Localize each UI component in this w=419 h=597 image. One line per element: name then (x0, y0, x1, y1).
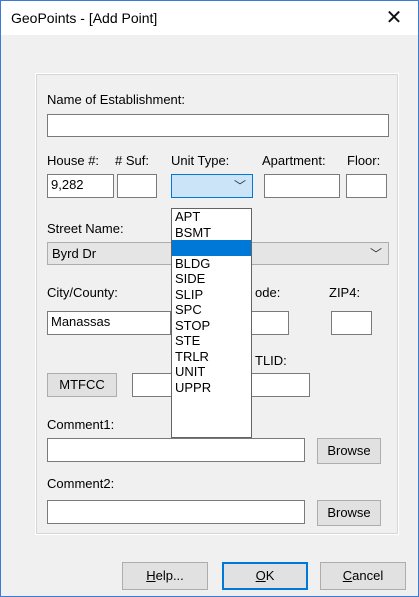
zip4-input[interactable] (331, 311, 372, 335)
city-input[interactable]: Manassas (47, 311, 171, 335)
mtfcc-button[interactable]: MTFCC (47, 373, 117, 397)
dropdown-option[interactable]: BSMT (172, 225, 251, 241)
comment1-input[interactable] (47, 438, 305, 462)
dropdown-option[interactable]: STOP (172, 318, 251, 334)
help-label-rest: elp... (155, 568, 184, 583)
add-point-dialog: GeoPoints - [Add Point] ✕ Name of Establ… (0, 0, 419, 597)
city-label: City/County: (47, 285, 118, 300)
name-input[interactable] (47, 114, 389, 137)
window-title: GeoPoints - [Add Point] (11, 10, 158, 26)
cancel-mnemonic: C (342, 568, 353, 583)
dropdown-option[interactable]: SPC (172, 302, 251, 318)
chevron-down-icon: ﹀ (233, 179, 246, 193)
ok-label-rest: K (265, 568, 275, 583)
tlid-label: TLID: (255, 353, 287, 368)
dropdown-option[interactable]: UNIT (172, 364, 251, 380)
help-button[interactable]: Help... (122, 562, 208, 590)
dropdown-option[interactable]: APT (172, 209, 251, 225)
house-label: House #: (47, 153, 100, 168)
unit-type-dropdown-list[interactable]: APT BSMT BLDG SIDE SLIP SPC STOP STE TRL… (171, 208, 252, 438)
title-bar[interactable]: GeoPoints - [Add Point] ✕ (1, 1, 418, 35)
unit-type-label: Unit Type: (171, 153, 230, 168)
dropdown-option[interactable]: SIDE (172, 271, 251, 287)
comment2-input[interactable] (47, 500, 305, 524)
browse-button-1[interactable]: Browse (317, 438, 381, 464)
dropdown-option[interactable]: TRLR (172, 349, 251, 365)
floor-label: Floor: (347, 153, 381, 168)
mtfcc-input[interactable] (132, 373, 172, 397)
zip-label: ode: (255, 285, 281, 300)
floor-input[interactable] (346, 174, 387, 198)
dropdown-option[interactable]: STE (172, 333, 251, 349)
suffix-input[interactable] (117, 174, 157, 198)
ok-button[interactable]: OK (222, 562, 308, 590)
ok-mnemonic: O (255, 568, 266, 583)
browse-button-2[interactable]: Browse (317, 500, 381, 526)
dropdown-option[interactable]: SLIP (172, 287, 251, 303)
zip4-label: ZIP4: (329, 285, 361, 300)
close-icon[interactable]: ✕ (374, 3, 414, 33)
help-mnemonic: H (146, 568, 156, 583)
apartment-input[interactable] (264, 174, 340, 198)
house-number-input[interactable]: 9,282 (47, 174, 114, 198)
apartment-label: Apartment: (262, 153, 326, 168)
suffix-label: # Suf: (115, 153, 149, 168)
dropdown-option[interactable]: BLDG (172, 256, 251, 272)
street-label: Street Name: (47, 221, 124, 236)
unit-type-combo[interactable]: ﹀ (171, 174, 253, 198)
comment1-label: Comment1: (47, 417, 115, 432)
comment2-label: Comment2: (47, 476, 115, 491)
cancel-button[interactable]: Cancel (320, 562, 406, 590)
dropdown-option[interactable]: UPPR (172, 380, 251, 396)
cancel-label-rest: ancel (352, 568, 384, 583)
dropdown-option-selected[interactable] (172, 240, 251, 256)
street-name-value: Byrd Dr (52, 246, 97, 261)
chevron-down-icon: ﹀ (369, 247, 382, 261)
name-label: Name of Establishment: (47, 92, 186, 107)
